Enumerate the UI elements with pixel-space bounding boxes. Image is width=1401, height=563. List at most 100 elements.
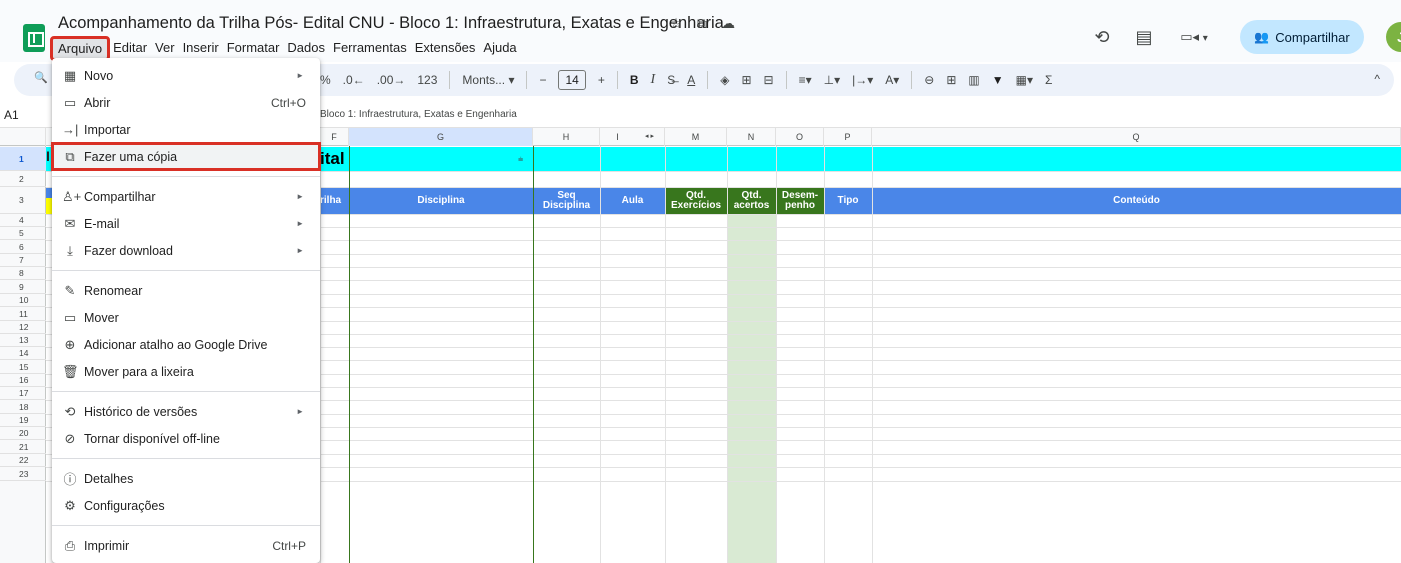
row-header[interactable]: 14 — [0, 347, 46, 360]
column-header-h[interactable]: H — [533, 128, 600, 146]
name-box[interactable]: A1 — [4, 108, 19, 122]
row-header[interactable]: 10 — [0, 294, 46, 307]
menu-item-adicionar-atalho[interactable]: ⊕ Adicionar atalho ao Google Drive — [52, 331, 320, 358]
row-header[interactable]: 11 — [0, 307, 46, 321]
bold-button[interactable]: B — [630, 73, 639, 87]
menu-extensoes[interactable]: Extensões — [412, 38, 479, 59]
insert-chart-button[interactable]: ▥ — [968, 73, 979, 87]
row-header[interactable]: 12 — [0, 321, 46, 334]
row-header[interactable]: 23 — [0, 467, 46, 481]
row-header[interactable]: 15 — [0, 360, 46, 374]
font-size-input[interactable]: 14 — [558, 70, 586, 90]
horizontal-align-button[interactable]: ≡▾ — [799, 73, 812, 87]
filter-icon[interactable]: ⩧ — [518, 154, 523, 165]
menu-item-mover[interactable]: ▭ Mover — [52, 304, 320, 331]
corner-cell[interactable] — [0, 128, 46, 146]
row-header[interactable]: 13 — [0, 334, 46, 347]
menu-ferramentas[interactable]: Ferramentas — [330, 38, 410, 59]
row-header[interactable]: 9 — [0, 280, 46, 294]
row-header[interactable]: 1 — [0, 147, 46, 171]
row-header[interactable]: 16 — [0, 374, 46, 387]
italic-button[interactable]: I — [651, 72, 656, 88]
column-header-f[interactable]: F — [320, 128, 349, 146]
star-icon[interactable]: ☆ — [668, 15, 684, 32]
comments-icon[interactable]: ▤ — [1132, 25, 1156, 49]
header-conteudo[interactable]: Conteúdo — [872, 187, 1401, 214]
row-header[interactable]: 5 — [0, 227, 46, 240]
menu-item-email[interactable]: ✉ E-mail ► — [52, 210, 320, 237]
header-qtd-exercicios[interactable]: Qtd. Exercícios — [665, 187, 727, 214]
filter-views-button[interactable]: ▦▾ — [1016, 73, 1033, 87]
menu-item-imprimir[interactable]: ⎙ Imprimir Ctrl+P — [52, 532, 320, 559]
menu-formatar[interactable]: Formatar — [224, 38, 283, 59]
row-header[interactable]: 21 — [0, 440, 46, 454]
header-disciplina[interactable]: Disciplina — [349, 187, 533, 214]
menu-item-detalhes[interactable]: ⓘ Detalhes — [52, 465, 320, 492]
collapse-toolbar-icon[interactable]: ^ — [1374, 72, 1380, 86]
menu-editar[interactable]: Editar — [110, 38, 150, 59]
text-color-button[interactable]: A — [687, 73, 695, 87]
menu-item-compartilhar[interactable]: ♙+ Compartilhar ► — [52, 183, 320, 210]
avatar[interactable]: J — [1386, 22, 1401, 52]
font-size-decrease-button[interactable]: − — [539, 73, 546, 87]
column-header-g[interactable]: G — [349, 128, 533, 146]
share-button[interactable]: 👥 Compartilhar — [1240, 20, 1364, 54]
row-header[interactable]: 19 — [0, 414, 46, 427]
menu-item-tornar-offline[interactable]: ⊘ Tornar disponível off-line — [52, 425, 320, 452]
row-header[interactable]: 20 — [0, 427, 46, 440]
row-1-title-text[interactable]: ital — [320, 149, 345, 169]
text-wrap-button[interactable]: |→▾ — [852, 73, 873, 87]
formula-input[interactable]: Bloco 1: Infraestrutura, Exatas e Engenh… — [320, 109, 517, 120]
functions-button[interactable]: Σ — [1045, 73, 1052, 87]
menu-ver[interactable]: Ver — [152, 38, 178, 59]
menu-dados[interactable]: Dados — [284, 38, 328, 59]
menu-ajuda[interactable]: Ajuda — [480, 38, 519, 59]
format-percent-button[interactable]: % — [320, 73, 331, 87]
header-tipo[interactable]: Tipo — [824, 187, 872, 214]
meet-icon[interactable]: ▭◂ ▾ — [1174, 25, 1214, 49]
menu-item-abrir[interactable]: ▭ Abrir Ctrl+O — [52, 89, 320, 116]
borders-button[interactable]: ⊞ — [741, 73, 751, 87]
document-title[interactable]: Acompanhamento da Trilha Pós- Edital CNU… — [58, 14, 724, 33]
version-history-icon[interactable]: ⟲ — [1090, 25, 1114, 49]
number-format-button[interactable]: 123 — [417, 73, 437, 87]
insert-link-button[interactable]: ⊖ — [924, 73, 934, 87]
insert-comment-button[interactable]: ⊞ — [946, 73, 956, 87]
hidden-columns-toggle[interactable]: ◂ ▸ — [635, 128, 665, 146]
column-header-m[interactable]: M — [665, 128, 727, 146]
menu-item-importar[interactable]: →| Importar — [52, 116, 320, 143]
menu-inserir[interactable]: Inserir — [180, 38, 222, 59]
column-header-o[interactable]: O — [776, 128, 824, 146]
menu-item-historico-versoes[interactable]: ⟲ Histórico de versões ► — [52, 398, 320, 425]
row-header[interactable]: 18 — [0, 400, 46, 414]
column-header-p[interactable]: P — [824, 128, 872, 146]
menu-item-fazer-download[interactable]: ⤓ Fazer download ► — [52, 237, 320, 264]
row-header[interactable]: 22 — [0, 454, 46, 467]
header-seq-disciplina[interactable]: Seq Disciplina — [533, 187, 600, 214]
increase-decimal-button[interactable]: .00→ — [377, 73, 406, 87]
row-header[interactable]: 4 — [0, 214, 46, 227]
menu-item-mover-para-lixeira[interactable]: 🗑 Mover para a lixeira — [52, 358, 320, 385]
row-header[interactable]: 6 — [0, 240, 46, 254]
decrease-decimal-button[interactable]: .0← — [343, 73, 365, 87]
menu-item-renomear[interactable]: ✎ Renomear — [52, 277, 320, 304]
move-folder-icon[interactable]: ⧉ — [694, 15, 710, 32]
menu-arquivo[interactable]: Arquivo — [49, 36, 111, 61]
menu-item-fazer-uma-copia[interactable]: ⧉ Fazer uma cópia — [51, 142, 321, 171]
row-header[interactable]: 3 — [0, 187, 46, 214]
filter-button[interactable]: ▼ — [992, 73, 1004, 87]
text-rotation-button[interactable]: A▾ — [885, 73, 899, 87]
menu-item-configuracoes[interactable]: ⚙ Configurações — [52, 492, 320, 519]
column-header-n[interactable]: N — [727, 128, 776, 146]
font-family-select[interactable]: Monts... ▾ — [462, 73, 514, 87]
merge-cells-button[interactable]: ⊟ — [764, 73, 774, 87]
fill-color-button[interactable]: ◈ — [720, 73, 729, 87]
column-header-i[interactable]: I — [600, 128, 635, 146]
search-menus-icon[interactable]: 🔍 — [34, 71, 48, 84]
header-qtd-acertos[interactable]: Qtd. acertos — [727, 187, 776, 214]
header-desempenho[interactable]: Desem- penho — [776, 187, 824, 214]
sheets-logo-icon[interactable] — [23, 24, 45, 52]
row-header[interactable]: 8 — [0, 267, 46, 280]
header-aula[interactable]: Aula — [600, 187, 665, 214]
header-trilha[interactable]: rilha — [320, 187, 349, 214]
